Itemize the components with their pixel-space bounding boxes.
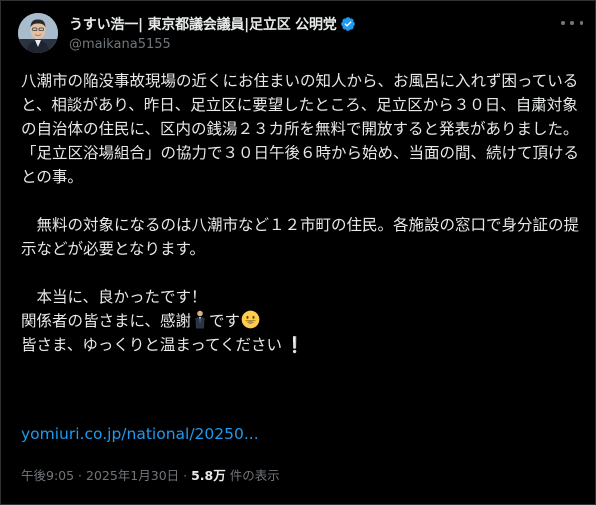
author-name-row[interactable]: うすい浩一| 東京都議会議員|足立区 公明党 [69,14,356,34]
tweet-line-text: です [209,312,241,330]
author-handle[interactable]: @maikana5155 [69,37,171,52]
tweet-metadata: 午後9:05 · 2025年1月30日 · 5.8万 件の表示 [21,465,280,484]
tweet-paragraph: 無料の対象になるのは八潮市など１２市町の住民。各施設の窓口で身分証の提示などが必… [21,216,580,258]
tweet-time[interactable]: 午後9:05 [21,468,74,483]
tweet-line-text: 関係者の皆さまに、感謝 [21,312,192,330]
exclamation-icon: ❕ [285,336,305,354]
tweet-card: うすい浩一| 東京都議会議員|足立区 公明党 @maikana5155 八潮市の… [0,0,596,505]
tweet-paragraph: 八潮市の陥没事故現場の近くにお住まいの知人から、お風呂に入れず困っていると、相談… [21,72,579,138]
meta-separator: · [179,468,192,483]
tweet-line: 皆さま、ゆっくりと温まってください ❕ [21,333,587,357]
avatar-photo-icon [18,13,58,53]
tweet-line-text: 皆さま、ゆっくりと温まってください [21,336,283,354]
views-count: 5.8万 [191,468,226,483]
person-icon [194,310,206,329]
views-label: 件の表示 [225,468,280,483]
meta-separator: · [74,468,86,483]
tweet-paragraph: 「足立区浴場組合」の協力で３０日午後６時から始め、当面の間、続けて頂けるとの事。 [21,144,580,186]
tweet-line: 関係者の皆さまに、感謝 です [21,309,587,333]
tweet-paragraph: 本当に、良かったです！ [21,288,207,306]
article-link[interactable]: yomiuri.co.jp/national/20250... [21,425,259,443]
more-options-icon[interactable] [561,15,583,31]
tweet-text: 八潮市の陥没事故現場の近くにお住まいの知人から、お風呂に入れず困っていると、相談… [21,69,587,357]
author-display-name[interactable]: うすい浩一| 東京都議会議員|足立区 公明党 [69,14,337,34]
smiley-face-icon [241,310,260,329]
tweet-date[interactable]: 2025年1月30日 [86,468,179,483]
verified-badge-icon [340,16,356,32]
avatar[interactable] [18,13,58,53]
